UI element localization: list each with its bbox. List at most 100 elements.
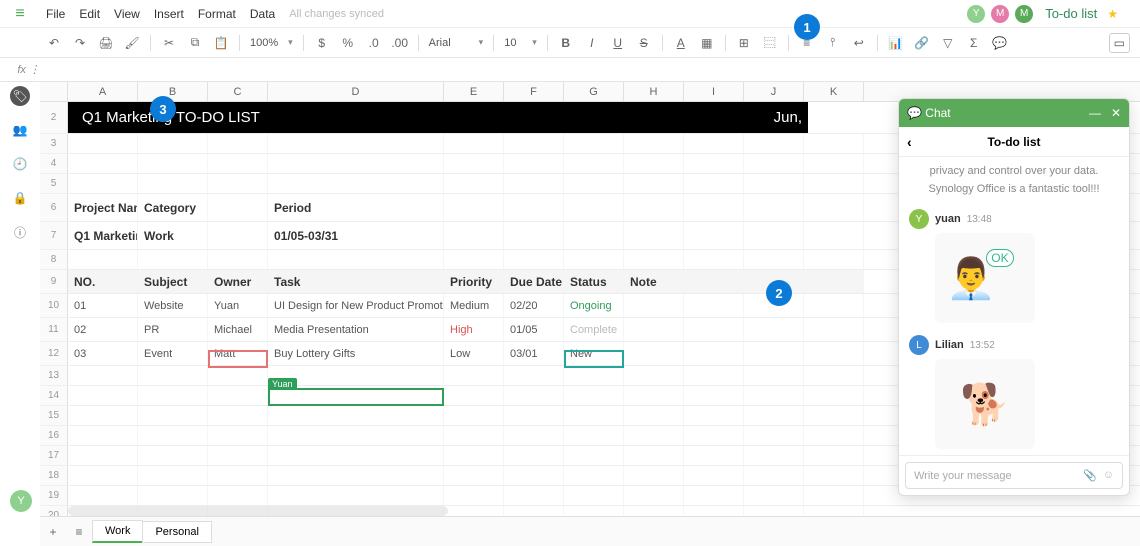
- cell[interactable]: [138, 446, 208, 465]
- cell[interactable]: [624, 342, 684, 365]
- fill-color-icon[interactable]: ▦: [699, 35, 715, 51]
- cell[interactable]: [504, 250, 564, 269]
- share-icon[interactable]: 👥: [10, 120, 30, 140]
- row-header[interactable]: 13: [40, 366, 68, 385]
- cell[interactable]: [68, 466, 138, 485]
- cell[interactable]: [268, 134, 444, 153]
- col-header[interactable]: A: [68, 82, 138, 101]
- cell[interactable]: [564, 506, 624, 516]
- cell[interactable]: [684, 222, 744, 249]
- row-header[interactable]: 14: [40, 386, 68, 405]
- cell[interactable]: [684, 194, 744, 221]
- row-header[interactable]: 20: [40, 506, 68, 516]
- cell[interactable]: [208, 446, 268, 465]
- info-icon[interactable]: ⓘ: [10, 222, 30, 242]
- cell[interactable]: [564, 466, 624, 485]
- cell[interactable]: 02/20: [504, 294, 564, 317]
- cell[interactable]: High: [444, 318, 504, 341]
- cell[interactable]: [444, 406, 504, 425]
- menu-view[interactable]: View: [114, 7, 140, 21]
- cell[interactable]: [444, 154, 504, 173]
- collab-avatar-2[interactable]: M: [991, 5, 1009, 23]
- sheet-list-button[interactable]: ≡: [66, 525, 92, 539]
- cell[interactable]: [138, 250, 208, 269]
- cell[interactable]: Due Date: [504, 270, 564, 293]
- cell[interactable]: [744, 318, 804, 341]
- cell[interactable]: [68, 386, 138, 405]
- bold-icon[interactable]: B: [558, 35, 574, 51]
- merge-icon[interactable]: ⿳: [762, 35, 778, 51]
- percent-icon[interactable]: %: [340, 35, 356, 51]
- cell[interactable]: [208, 406, 268, 425]
- cell[interactable]: 01/05: [504, 318, 564, 341]
- lock-icon[interactable]: 🔒: [10, 188, 30, 208]
- cell[interactable]: [138, 154, 208, 173]
- cell[interactable]: PR: [138, 318, 208, 341]
- cell[interactable]: [684, 466, 744, 485]
- cell[interactable]: [208, 154, 268, 173]
- copy-icon[interactable]: ⧉: [187, 35, 203, 51]
- cell[interactable]: [624, 294, 684, 317]
- cell[interactable]: [624, 446, 684, 465]
- row-header[interactable]: 16: [40, 426, 68, 445]
- decimal-dec-icon[interactable]: .0: [366, 35, 382, 51]
- cell[interactable]: [684, 486, 744, 505]
- cell[interactable]: [744, 486, 804, 505]
- cell[interactable]: [208, 134, 268, 153]
- wrap-icon[interactable]: ↩: [851, 35, 867, 51]
- cell[interactable]: [744, 222, 804, 249]
- cell[interactable]: Work: [138, 222, 208, 249]
- cell[interactable]: [744, 366, 804, 385]
- cell[interactable]: [138, 134, 208, 153]
- cell[interactable]: [504, 506, 564, 516]
- cell[interactable]: 01: [68, 294, 138, 317]
- chat-body[interactable]: privacy and control over your data. Syno…: [899, 157, 1129, 455]
- cell[interactable]: [68, 250, 138, 269]
- font-size-select[interactable]: 10: [504, 37, 522, 49]
- cell[interactable]: [804, 174, 864, 193]
- paint-format-icon[interactable]: 🖌: [124, 35, 140, 51]
- cell[interactable]: [804, 386, 864, 405]
- cell[interactable]: [804, 426, 864, 445]
- menu-data[interactable]: Data: [250, 7, 275, 21]
- cell[interactable]: Note: [624, 270, 684, 293]
- cell[interactable]: [208, 222, 268, 249]
- cell[interactable]: Status: [564, 270, 624, 293]
- cell[interactable]: [624, 222, 684, 249]
- hamburger-icon[interactable]: ≡: [0, 5, 40, 23]
- cell[interactable]: [68, 154, 138, 173]
- cell[interactable]: 01/05-03/31: [268, 222, 444, 249]
- cell[interactable]: UI Design for New Product Promotion: [268, 294, 444, 317]
- row-header[interactable]: 15: [40, 406, 68, 425]
- cell[interactable]: [504, 426, 564, 445]
- cell[interactable]: [684, 154, 744, 173]
- cell[interactable]: Website: [138, 294, 208, 317]
- cell[interactable]: [444, 366, 504, 385]
- cell[interactable]: [624, 386, 684, 405]
- doc-title[interactable]: To-do list: [1045, 6, 1097, 21]
- row-header[interactable]: 7: [40, 222, 68, 249]
- chart-icon[interactable]: 📊: [888, 35, 904, 51]
- cell[interactable]: [444, 446, 504, 465]
- cell[interactable]: [624, 174, 684, 193]
- minimize-icon[interactable]: —: [1089, 106, 1101, 120]
- cell[interactable]: [504, 134, 564, 153]
- cell[interactable]: Task: [268, 270, 444, 293]
- attach-icon[interactable]: 📎: [1083, 469, 1097, 482]
- star-icon[interactable]: ★: [1107, 7, 1118, 21]
- cell[interactable]: [564, 194, 624, 221]
- cell[interactable]: [684, 366, 744, 385]
- cell[interactable]: Complete: [564, 318, 624, 341]
- cell[interactable]: [268, 250, 444, 269]
- cell[interactable]: [268, 486, 444, 505]
- cell[interactable]: [444, 174, 504, 193]
- horizontal-scrollbar[interactable]: [68, 506, 448, 516]
- cell[interactable]: [684, 294, 744, 317]
- cell[interactable]: 03: [68, 342, 138, 365]
- collab-avatar-1[interactable]: Y: [967, 5, 985, 23]
- borders-icon[interactable]: ⊞: [736, 35, 752, 51]
- cell[interactable]: [804, 194, 864, 221]
- cell[interactable]: NO.: [68, 270, 138, 293]
- cell[interactable]: [804, 294, 864, 317]
- col-header[interactable]: F: [504, 82, 564, 101]
